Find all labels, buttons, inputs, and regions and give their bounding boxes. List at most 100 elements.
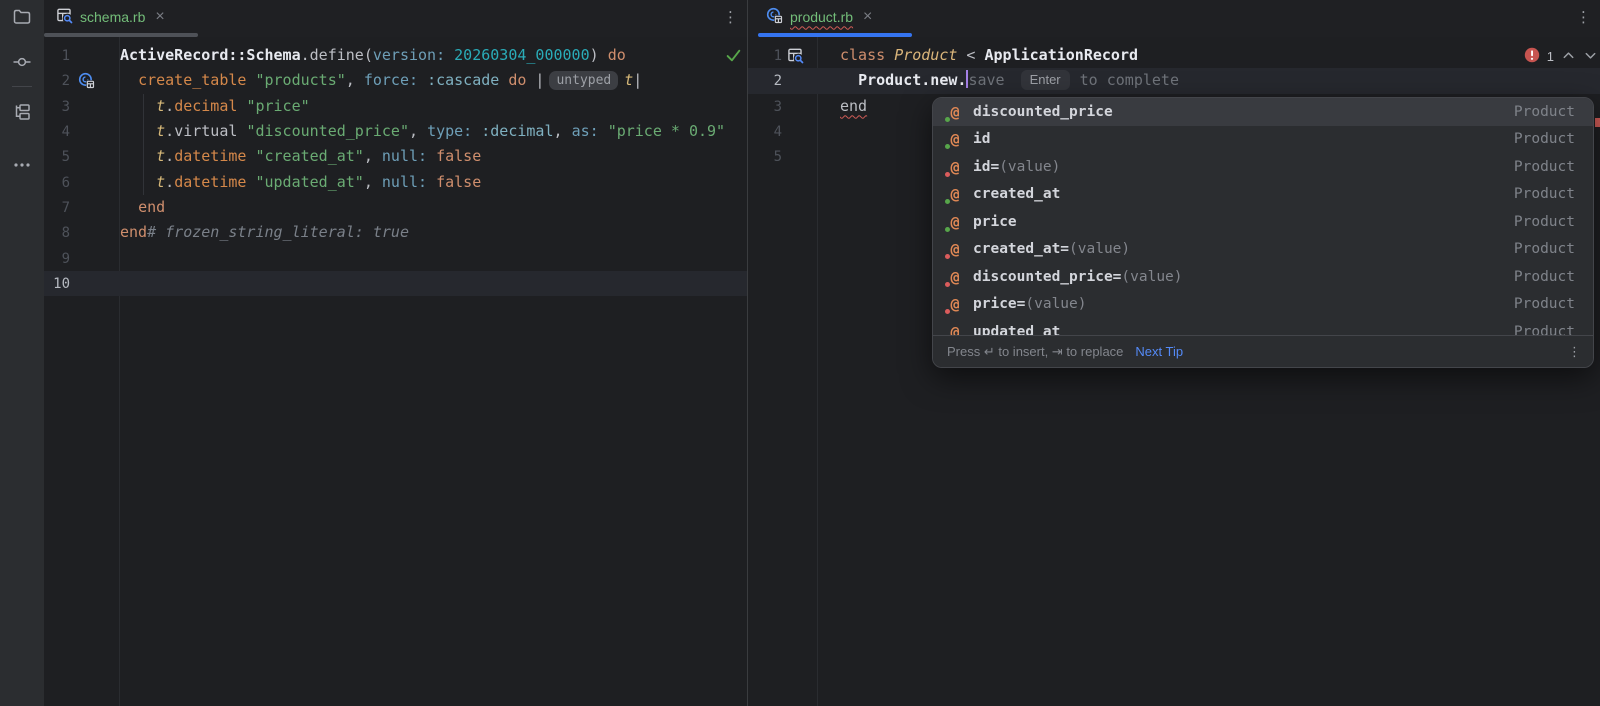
code-line[interactable]: 1ActiveRecord::Schema.define(version: 20…: [44, 43, 747, 68]
line-number[interactable]: 5: [44, 145, 70, 170]
completion-item[interactable]: @price=(value)Product: [933, 291, 1593, 319]
line-number[interactable]: 4: [748, 120, 782, 145]
code-line[interactable]: 1class Product < ApplicationRecord: [748, 43, 1600, 68]
code-token: |: [526, 71, 544, 89]
completion-more-icon[interactable]: ⋮: [1568, 344, 1581, 360]
split-divider[interactable]: [747, 0, 748, 706]
attribute-accessor-icon: @: [946, 213, 964, 231]
line-number[interactable]: 3: [44, 95, 70, 120]
completion-item-label: updated_at: [973, 324, 1060, 335]
line-number[interactable]: 4: [44, 120, 70, 145]
tab-options-icon[interactable]: ⋮: [1576, 8, 1592, 26]
table-search-icon[interactable]: [782, 43, 840, 68]
code-token: [120, 198, 138, 216]
completion-item-label: created_at: [973, 186, 1060, 202]
code-token: [120, 122, 156, 140]
completion-item[interactable]: @discounted_price=(value)Product: [933, 263, 1593, 291]
editor-schema-rb[interactable]: 1ActiveRecord::Schema.define(version: 20…: [44, 37, 747, 706]
code-token: false: [436, 147, 481, 165]
completion-item-label: discounted_price=: [973, 269, 1121, 285]
code-line[interactable]: 3 t.decimal "price": [44, 94, 747, 119]
project-tool-button[interactable]: [0, 8, 44, 30]
completion-item[interactable]: @created_at=(value)Product: [933, 236, 1593, 264]
line-number[interactable]: 8: [44, 221, 70, 246]
code-token: datetime: [174, 147, 255, 165]
attribute-accessor-icon: @: [946, 240, 964, 258]
completion-item[interactable]: @priceProduct: [933, 208, 1593, 236]
code-line[interactable]: 4 t.virtual "discounted_price", type: :d…: [44, 119, 747, 144]
completion-footer: Press ↵ to insert, ⇥ to replace Next Tip…: [933, 335, 1593, 367]
attribute-accessor-icon: @: [946, 268, 964, 286]
close-tab-icon[interactable]: ×: [863, 9, 872, 25]
completion-item-origin: Product: [1514, 324, 1575, 335]
code-token: .: [165, 173, 174, 191]
next-tip-link[interactable]: Next Tip: [1135, 344, 1183, 359]
line-number[interactable]: 9: [44, 247, 70, 272]
error-stripe-mark[interactable]: [1595, 118, 1600, 127]
line-number[interactable]: 1: [44, 44, 70, 69]
code-token: do: [608, 46, 626, 64]
code-line[interactable]: 9: [44, 246, 747, 271]
model-table-icon[interactable]: [70, 68, 120, 93]
code-token: ,: [364, 173, 382, 191]
tab-schema-rb[interactable]: schema.rb ×: [48, 0, 173, 33]
code-token: t: [156, 122, 165, 140]
commit-icon: [12, 52, 32, 77]
structure-tool-button[interactable]: [0, 103, 44, 125]
completion-item-label: id: [973, 131, 990, 147]
code-token: t: [156, 97, 165, 115]
line-number[interactable]: 5: [748, 145, 782, 170]
code-line[interactable]: 5 t.datetime "created_at", null: false: [44, 144, 747, 169]
inspections-ok-icon[interactable]: [725, 47, 742, 69]
completion-item-label: price: [973, 214, 1017, 230]
commit-tool-button[interactable]: [0, 53, 44, 75]
line-number[interactable]: 3: [748, 95, 782, 120]
code-token: null:: [382, 173, 436, 191]
table-search-icon: [56, 7, 73, 27]
completion-popup: @discounted_priceProduct@idProduct@id=(v…: [932, 97, 1594, 368]
completion-item-parameter: (value): [1121, 269, 1182, 285]
line-number[interactable]: 6: [44, 171, 70, 196]
line-number[interactable]: 1: [748, 44, 782, 69]
inlay-hint-untyped: untyped: [549, 71, 618, 90]
completion-item[interactable]: @discounted_priceProduct: [933, 98, 1593, 126]
code-token: as:: [572, 122, 608, 140]
line-number[interactable]: 7: [44, 196, 70, 221]
completion-item[interactable]: @updated_atProduct: [933, 318, 1593, 335]
tab-product-rb[interactable]: product.rb ×: [758, 0, 880, 33]
code-line[interactable]: 6 t.datetime "updated_at", null: false: [44, 170, 747, 195]
code-line[interactable]: 2 create_table "products", force: :casca…: [44, 68, 747, 93]
ide-window: schema.rb × ⋮ 1ActiveRecord::Schema.defi…: [0, 0, 1600, 706]
code-token: end: [120, 223, 147, 241]
code-token: ,: [346, 71, 364, 89]
completion-item-parameter: (value): [1069, 241, 1130, 257]
attribute-accessor-icon: @: [946, 185, 964, 203]
close-tab-icon[interactable]: ×: [155, 9, 164, 25]
tab-options-icon[interactable]: ⋮: [723, 8, 739, 26]
next-problem-icon[interactable]: [1583, 48, 1598, 66]
code-token: ,: [409, 122, 427, 140]
code-token: do: [508, 71, 526, 89]
line-number[interactable]: 2: [44, 69, 70, 94]
code-line[interactable]: 8end# frozen_string_literal: true: [44, 220, 747, 245]
code-line[interactable]: 2 Product.new.saveEnterto complete: [748, 68, 1600, 93]
completion-item[interactable]: @id=(value)Product: [933, 153, 1593, 181]
code-token: .: [165, 97, 174, 115]
code-token: ApplicationRecord: [985, 46, 1139, 64]
code-token: t: [156, 173, 165, 191]
completion-item[interactable]: @created_atProduct: [933, 181, 1593, 209]
code-token: decimal: [174, 97, 246, 115]
more-tool-windows-button[interactable]: [0, 156, 44, 178]
code-line[interactable]: 7 end: [44, 195, 747, 220]
tool-window-stripe: [0, 0, 44, 706]
line-number[interactable]: 2: [748, 69, 782, 94]
completion-item[interactable]: @idProduct: [933, 126, 1593, 154]
code-token: false: [436, 173, 481, 191]
code-line[interactable]: 10: [44, 271, 747, 296]
code-token: |: [633, 71, 642, 89]
previous-problem-icon[interactable]: [1561, 48, 1576, 66]
line-number[interactable]: 10: [44, 272, 70, 297]
ghost-completion-text: save: [968, 71, 1004, 89]
inspections-widget[interactable]: 1: [1524, 47, 1598, 66]
code-token: "updated_at": [255, 173, 363, 191]
